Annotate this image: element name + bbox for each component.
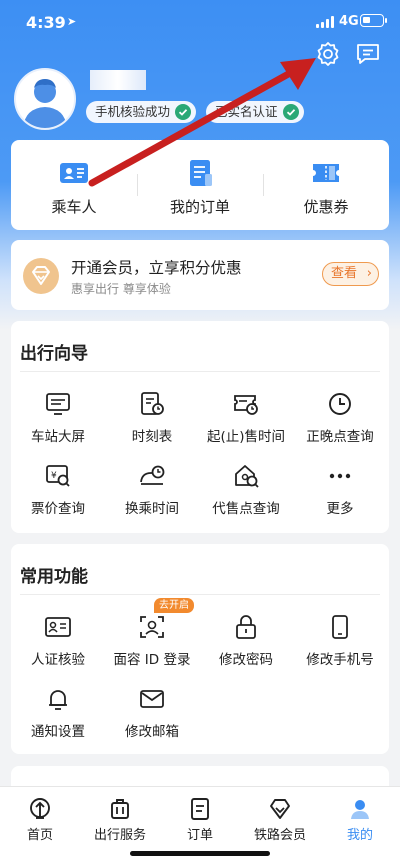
station-screen-icon [45,391,71,417]
person-icon [348,797,372,821]
fare-search-icon: ¥ [45,463,71,489]
my-orders-button[interactable]: 我的订单 [137,140,263,230]
check-icon [282,104,299,120]
nav-label: 铁路会员 [253,828,306,843]
mail-icon [139,686,165,712]
timetable-button[interactable]: 时刻表 [105,391,199,455]
grid-item-label: 正晚点查询 [306,429,374,445]
nav-label: 首页 [26,828,53,843]
grid-item-label: 通知设置 [31,724,85,740]
check-icon [175,104,192,120]
diamond-badge-icon [23,258,59,294]
lock-icon [233,614,259,640]
grid-item-label: 换乘时间 [125,501,179,517]
quick-action-label: 我的订单 [169,198,230,216]
realname-verified-badge: 已实名认证 [206,101,304,123]
grid-item-label: 起(止)售时间 [206,429,286,445]
sale-time-icon [233,391,259,417]
grid-item-label: 修改密码 [219,652,273,668]
nav-label: 订单 [186,828,213,843]
station-screen-button[interactable]: 车站大屏 [11,391,105,455]
nav-orders[interactable]: 订单 [160,793,240,843]
view-button-label: 查看 [331,266,358,281]
more-dots-icon [327,463,353,489]
change-phone-button[interactable]: 修改手机号 [293,614,387,678]
coupons-button[interactable]: 优惠券 [263,140,389,230]
face-id-login-button[interactable]: 去开启 面容 ID 登录 [105,598,199,678]
battery-icon [360,14,387,27]
home-indicator [130,851,270,856]
status-time: 4:39 [26,13,66,32]
agency-query-button[interactable]: 代售点查询 [199,463,293,527]
order-document-icon [185,158,215,188]
section-title: 出行向导 [20,344,88,364]
order-icon [188,797,212,821]
change-email-button[interactable]: 修改邮箱 [105,686,199,750]
location-arrow-icon: ➤ [67,15,77,28]
message-icon[interactable] [354,40,382,68]
section-title: 常用功能 [20,567,88,587]
grid-item-label: 人证核验 [31,652,85,668]
fare-query-button[interactable]: ¥ 票价查询 [11,463,105,527]
username-redacted [90,70,146,90]
signal-icon [316,16,336,28]
sale-time-button[interactable]: 起(止)售时间 [199,391,293,455]
quick-action-label: 乘车人 [51,198,97,216]
nav-travel-services[interactable]: 出行服务 [80,793,160,843]
divider [20,594,380,595]
grid-item-label: 代售点查询 [212,501,280,517]
status-bar: 4:39 ➤ 4G [0,0,400,44]
delay-query-button[interactable]: 正晚点查询 [293,391,387,455]
member-subtitle: 惠享出行 尊享体验 [71,282,171,296]
grid-item-label: 票价查询 [31,501,85,517]
transfer-time-icon [139,463,165,489]
common-functions-section: 常用功能 人证核验 去开启 面容 ID 登录 修改密码 修改手机号 通知设置 修… [11,544,389,754]
notification-settings-button[interactable]: 通知设置 [11,686,105,750]
grid-item-label: 车站大屏 [31,429,85,445]
more-button[interactable]: 更多 [293,463,387,527]
diamond-icon [268,797,292,821]
travel-guide-section: 出行向导 车站大屏 时刻表 起(止)售时间 正晚点查询 ¥ 票价查询 换乘时间 … [11,321,389,533]
svg-text:¥: ¥ [51,471,57,481]
grid-item-label: 修改手机号 [306,652,374,668]
badge-label: 手机核验成功 [95,104,171,119]
passengers-button[interactable]: 乘车人 [11,140,137,230]
agency-search-icon [233,463,259,489]
luggage-icon [108,797,132,821]
face-id-icon [139,614,165,640]
quick-actions-card: 乘车人 我的订单 优惠券 [11,140,389,230]
membership-banner[interactable]: 开通会员，立享积分优惠 惠享出行 尊享体验 查看 › [11,240,389,310]
grid-item-label: 修改邮箱 [125,724,179,740]
timetable-icon [139,391,165,417]
passenger-card-icon [59,158,89,188]
id-card-icon [45,614,71,640]
enable-tag: 去开启 [154,598,194,613]
grid-item-label: 时刻表 [131,429,173,445]
phone-icon [327,614,353,640]
chevron-right-icon: › [366,266,372,281]
nav-home[interactable]: 首页 [0,793,80,843]
change-password-button[interactable]: 修改密码 [199,614,293,678]
divider [20,371,380,372]
grid-item-label: 更多 [326,501,354,517]
coupon-icon [311,158,341,188]
quick-action-label: 优惠券 [303,198,349,216]
view-button[interactable]: 查看 › [322,262,379,286]
nav-label: 我的 [346,828,373,843]
id-verification-button[interactable]: 人证核验 [11,614,105,678]
badge-label: 已实名认证 [215,104,278,119]
phone-verified-badge: 手机核验成功 [86,101,197,123]
bell-icon [45,686,71,712]
member-title: 开通会员，立享积分优惠 [71,259,242,277]
nav-railway-member[interactable]: 铁路会员 [240,793,320,843]
nav-label: 出行服务 [93,828,146,843]
railway-logo-icon [28,797,52,821]
nav-mine[interactable]: 我的 [320,793,400,843]
grid-item-label: 面容 ID 登录 [113,652,191,668]
network-type: 4G [339,14,359,29]
clock-icon [327,391,353,417]
avatar[interactable] [14,68,76,130]
transfer-time-button[interactable]: 换乘时间 [105,463,199,527]
settings-gear-icon[interactable] [314,40,342,68]
